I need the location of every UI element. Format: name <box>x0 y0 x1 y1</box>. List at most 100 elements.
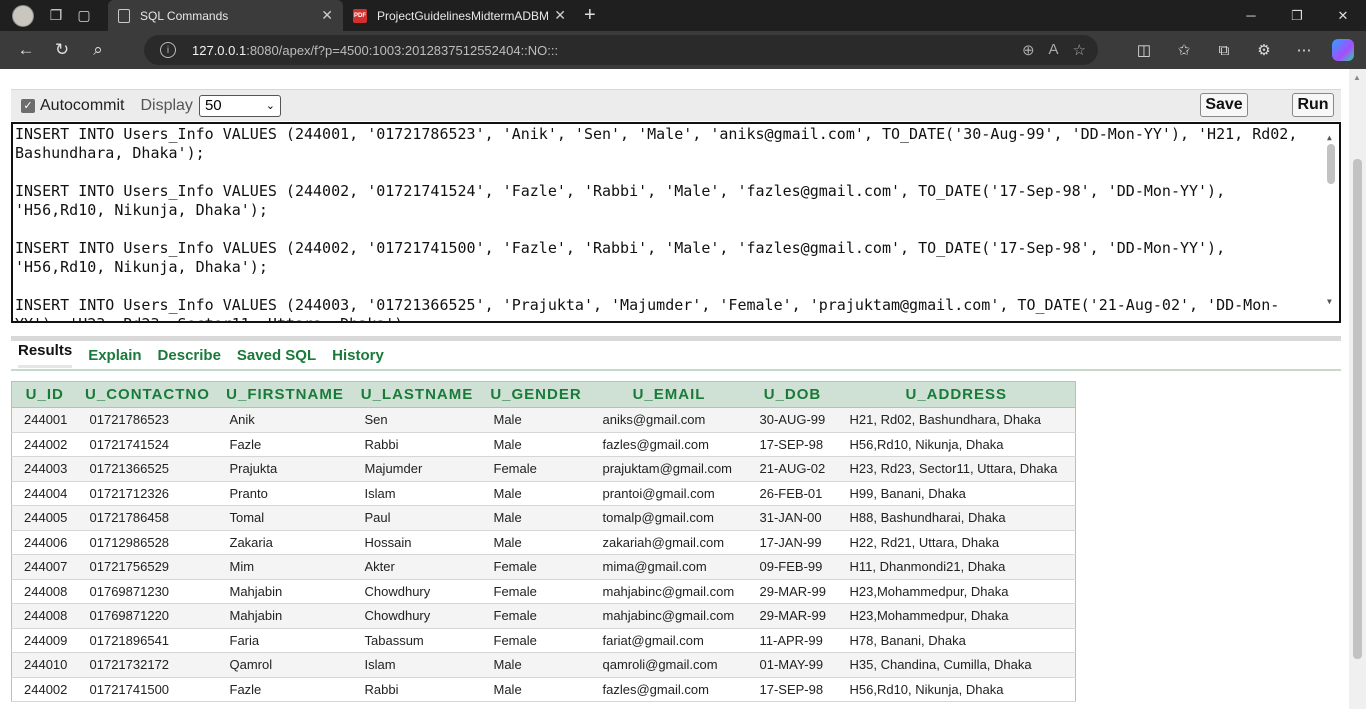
table-cell: mahjabinc@gmail.com <box>590 579 748 604</box>
table-cell: Female <box>481 579 591 604</box>
info-icon[interactable]: i <box>160 42 176 58</box>
favorites-icon[interactable]: ✩ <box>1164 41 1204 59</box>
table-row: 244003 01721366525 Prajukta Majumder Female p… <box>11 456 1076 482</box>
browser-tab-bar: ❐ ▢ SQL Commands ✕ PDF ProjectGuidelines… <box>0 0 1366 31</box>
window-controls: ─ ❐ ✕ <box>1228 0 1366 31</box>
extensions-icon[interactable]: ⚙ <box>1244 41 1284 59</box>
table-cell: 01721741500 <box>77 677 218 702</box>
table-cell: Sen <box>352 407 482 433</box>
tab-title: SQL Commands <box>140 8 229 23</box>
table-cell: Islam <box>352 481 482 506</box>
scroll-up-icon[interactable]: ▲ <box>1353 73 1361 82</box>
table-row: 244002 01721741524 Fazle Rabbi Male fazles@gm… <box>11 432 1076 457</box>
editor-scrollbar-thumb[interactable] <box>1327 144 1335 184</box>
column-header: U_DOB <box>747 381 838 408</box>
tab-explain[interactable]: Explain <box>88 347 141 364</box>
header-row: U_ID U_CONTACTNO U_FIRSTNAME U_LASTNAME … <box>11 381 1076 408</box>
table-cell: H23,Mohammedpur, Dhaka <box>837 603 1076 629</box>
column-header: U_FIRSTNAME <box>217 381 353 408</box>
table-cell: tomalp@gmail.com <box>590 505 748 531</box>
window-close-icon[interactable]: ✕ <box>1320 0 1366 31</box>
tab-history[interactable]: History <box>332 347 384 364</box>
table-cell: 29-MAR-99 <box>747 603 838 629</box>
column-header: U_CONTACTNO <box>77 381 218 408</box>
scrollbar-thumb[interactable] <box>1353 159 1362 659</box>
table-cell: 17-SEP-98 <box>747 432 838 457</box>
table-cell: 244007 <box>11 554 78 580</box>
address-toolbar: ← ↻ ⌕ i 127.0.0.1 :8080/apex/f?p=4500:10… <box>0 31 1366 69</box>
table-cell: prantoi@gmail.com <box>590 481 748 506</box>
table-cell: Mahjabin <box>217 579 353 604</box>
tab-saved-sql[interactable]: Saved SQL <box>237 347 316 364</box>
search-icon[interactable]: ⌕ <box>80 35 116 65</box>
table-cell: Qamrol <box>217 652 353 678</box>
table-row: 244002 01721741500 Fazle Rabbi Male fazles@gm… <box>11 677 1076 702</box>
run-button[interactable]: Run <box>1292 93 1334 117</box>
url-field[interactable]: i 127.0.0.1 :8080/apex/f?p=4500:1003:201… <box>144 35 1098 65</box>
minimize-icon[interactable]: ─ <box>1228 0 1274 31</box>
column-header: U_ADDRESS <box>837 381 1076 408</box>
table-cell: Fazle <box>217 677 353 702</box>
table-cell: H56,Rd10, Nikunja, Dhaka <box>837 432 1076 457</box>
autocommit-checkbox[interactable]: ✓ <box>21 98 35 113</box>
table-cell: 17-SEP-98 <box>747 677 838 702</box>
table-cell: 244002 <box>11 677 78 702</box>
page-icon <box>118 8 130 23</box>
close-tab-icon[interactable]: ✕ <box>321 7 333 24</box>
table-cell: 244004 <box>11 481 78 506</box>
favorite-star-icon[interactable]: ☆ <box>1073 41 1086 59</box>
result-tabs: Results Explain Describe Saved SQL Histo… <box>11 341 1341 371</box>
display-value: 50 <box>204 97 222 114</box>
table-cell: Female <box>481 456 591 482</box>
page-content: ▲ ✓ Autocommit Display 50 ⌄ Save Run INS… <box>0 69 1366 709</box>
page-scrollbar[interactable]: ▲ <box>1349 69 1366 709</box>
workspaces-icon[interactable]: ❐ <box>42 2 70 30</box>
split-screen-icon[interactable]: ◫ <box>1124 41 1164 59</box>
table-cell: Male <box>481 652 591 678</box>
save-button[interactable]: Save <box>1200 93 1248 117</box>
sql-statement: INSERT INTO Users_Info VALUES (244003, '… <box>15 296 1280 321</box>
restore-icon[interactable]: ❐ <box>1274 0 1320 31</box>
refresh-icon[interactable]: ↻ <box>44 35 80 65</box>
tab-sql-commands[interactable]: SQL Commands ✕ <box>108 0 343 31</box>
editor-scrollbar[interactable]: ▲ ▼ <box>1323 124 1339 321</box>
table-cell: 01721366525 <box>77 456 218 482</box>
column-header: U_GENDER <box>481 381 591 408</box>
table-cell: Faria <box>217 628 353 653</box>
new-tab-icon[interactable]: + <box>584 4 596 27</box>
table-cell: Female <box>481 628 591 653</box>
table-cell: H88, Bashundharai, Dhaka <box>837 505 1076 531</box>
collections-icon[interactable]: ⧉ <box>1204 42 1244 59</box>
sql-editor[interactable]: INSERT INTO Users_Info VALUES (244001, '… <box>11 122 1341 323</box>
tab-actions-icon[interactable]: ▢ <box>70 2 98 30</box>
profile-avatar[interactable] <box>12 4 34 27</box>
tab-describe[interactable]: Describe <box>158 347 221 364</box>
table-cell: H23, Rd23, Sector11, Uttara, Dhaka <box>837 456 1076 482</box>
read-aloud-icon[interactable]: A <box>1049 41 1059 59</box>
tab-project-guidelines[interactable]: PDF ProjectGuidelinesMidtermADBMS ✕ <box>343 0 576 31</box>
table-cell: Tabassum <box>352 628 482 653</box>
url-host: 127.0.0.1 <box>192 42 247 58</box>
results-table: U_ID U_CONTACTNO U_FIRSTNAME U_LASTNAME … <box>11 381 1076 702</box>
table-cell: Chowdhury <box>352 579 482 604</box>
table-cell: Islam <box>352 652 482 678</box>
more-menu-icon[interactable]: ⋯ <box>1284 41 1324 59</box>
table-cell: Zakaria <box>217 530 353 555</box>
table-cell: 26-FEB-01 <box>747 481 838 506</box>
table-cell: 29-MAR-99 <box>747 579 838 604</box>
table-cell: H23,Mohammedpur, Dhaka <box>837 579 1076 604</box>
table-cell: 244008 <box>11 579 78 604</box>
table-cell: Rabbi <box>352 677 482 702</box>
scroll-down-icon[interactable]: ▼ <box>1327 292 1332 311</box>
close-tab-icon[interactable]: ✕ <box>554 7 566 24</box>
copilot-icon[interactable] <box>1332 39 1354 61</box>
table-cell: mima@gmail.com <box>590 554 748 580</box>
back-icon[interactable]: ← <box>8 35 44 65</box>
table-cell: 01769871220 <box>77 603 218 629</box>
display-select[interactable]: 50 ⌄ <box>198 94 281 117</box>
pdf-icon: PDF <box>353 8 367 23</box>
table-cell: Pranto <box>217 481 353 506</box>
table-cell: fazles@gmail.com <box>590 677 748 702</box>
zoom-icon[interactable]: ⊕ <box>1022 41 1035 59</box>
tab-results[interactable]: Results <box>18 342 72 368</box>
